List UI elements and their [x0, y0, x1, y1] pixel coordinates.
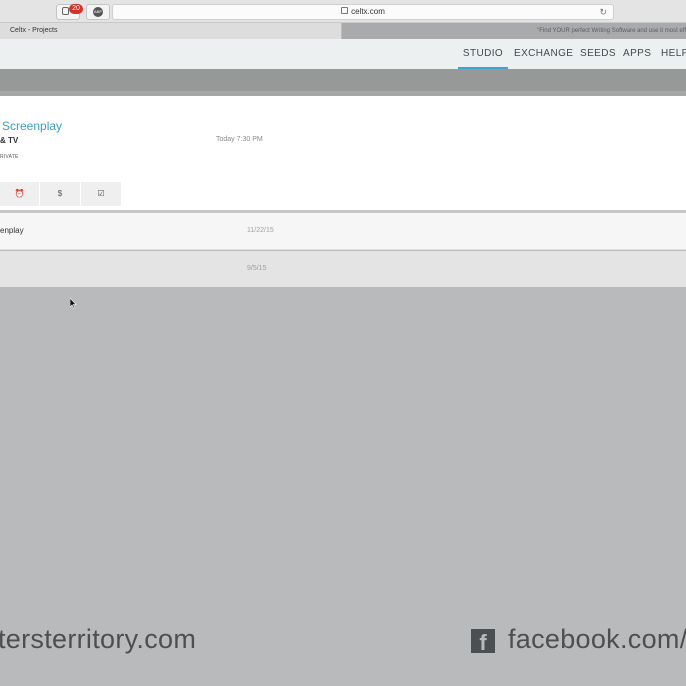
footer-website: tersterritory.com: [0, 624, 197, 654]
tab-bar: Celtx - Projects "Find YOUR perfect Writ…: [0, 23, 686, 39]
mouse-cursor-icon: [70, 298, 77, 309]
nav-apps[interactable]: APPS: [623, 39, 651, 69]
facebook-icon: f: [471, 629, 495, 655]
notification-badge: 20: [69, 4, 83, 14]
tasks-button[interactable]: ☑: [81, 182, 121, 206]
user-icon: [62, 7, 69, 15]
reload-icon[interactable]: ↻: [599, 5, 607, 19]
list-item-date: 9/5/15: [247, 265, 267, 272]
alarm-icon: ⏰: [14, 189, 25, 198]
url-text: celtx.com: [351, 7, 385, 16]
list-item-name: enplay: [0, 226, 24, 235]
tab-celtx-projects[interactable]: Celtx - Projects: [0, 23, 342, 39]
address-bar[interactable]: celtx.com ↻: [112, 4, 614, 20]
tab-label: "Find YOUR perfect Writing Software and …: [537, 28, 686, 34]
list-item[interactable]: enplay 11/22/15: [0, 213, 686, 250]
nav-seeds[interactable]: SEEDS: [580, 39, 616, 69]
nav-studio[interactable]: STUDIO: [458, 39, 508, 69]
budget-button[interactable]: $: [40, 182, 80, 206]
extension-user-button[interactable]: 20: [56, 4, 83, 20]
checkbox-icon: ☑: [97, 189, 105, 198]
nav-help[interactable]: HELP: [661, 39, 686, 69]
project-title[interactable]: Screenplay: [2, 119, 62, 133]
lock-icon: [341, 7, 349, 15]
adblock-button[interactable]: ABP: [86, 4, 110, 20]
browser-toolbar: 20 ABP celtx.com ↻: [0, 0, 686, 23]
tab-label: Celtx - Projects: [10, 27, 58, 34]
project-type: & TV: [0, 136, 19, 145]
list-item-date: 11/22/15: [247, 227, 274, 234]
nav-exchange[interactable]: EXCHANGE: [514, 39, 573, 69]
tab-ad[interactable]: "Find YOUR perfect Writing Software and …: [342, 23, 686, 39]
main-nav: STUDIO EXCHANGE SEEDS APPS HELP: [0, 39, 686, 69]
dollar-icon: $: [57, 189, 63, 198]
list-item[interactable]: 9/5/15: [0, 251, 686, 287]
adblock-icon: ABP: [93, 7, 103, 17]
footer-facebook: facebook.com/: [508, 624, 686, 654]
header-band: [0, 69, 686, 91]
project-modified: Today 7:30 PM: [216, 136, 263, 143]
project-visibility: RIVATE: [0, 154, 19, 160]
alarm-button[interactable]: ⏰: [0, 182, 39, 206]
project-card[interactable]: Screenplay & TV Today 7:30 PM RIVATE ⏰ $…: [0, 96, 686, 211]
